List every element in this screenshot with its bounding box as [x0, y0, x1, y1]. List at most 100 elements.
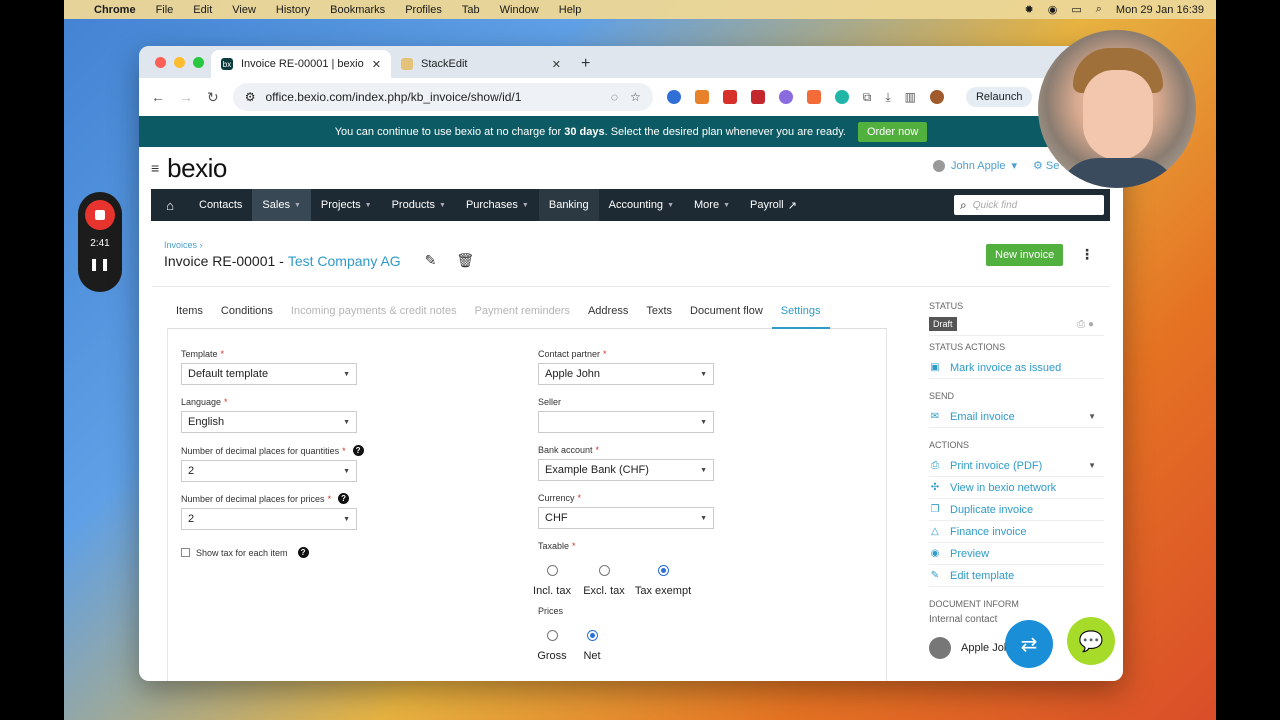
- battery-icon[interactable]: ▭: [1071, 3, 1081, 16]
- settings-menu[interactable]: ⚙ Se: [1033, 159, 1059, 172]
- quick-find-input[interactable]: ⌕ Quick find: [954, 195, 1104, 215]
- relaunch-button[interactable]: Relaunch: [965, 87, 1033, 107]
- chevron-down-icon[interactable]: ▼: [1088, 412, 1096, 421]
- menu-file[interactable]: File: [156, 4, 174, 16]
- nav-products[interactable]: Products ▼: [382, 189, 456, 221]
- contact-partner-select[interactable]: Apple John ▼: [538, 363, 714, 385]
- extension-a-icon[interactable]: [806, 90, 821, 104]
- tab-stackedit[interactable]: StackEdit ✕: [391, 50, 571, 78]
- check-circle-icon[interactable]: ●: [1088, 319, 1094, 330]
- tab-payment-reminders[interactable]: Payment reminders: [466, 305, 579, 329]
- seller-select[interactable]: ▼: [538, 411, 714, 433]
- nav-contacts[interactable]: Contacts: [189, 189, 252, 221]
- menu-edit[interactable]: Edit: [193, 4, 212, 16]
- nav-purchases[interactable]: Purchases ▼: [456, 189, 539, 221]
- forward-icon[interactable]: →: [179, 89, 193, 105]
- bank-account-select[interactable]: Example Bank (CHF) ▼: [538, 459, 714, 481]
- help-icon[interactable]: ?: [352, 445, 364, 456]
- nav-more[interactable]: More ▼: [684, 189, 740, 221]
- reload-icon[interactable]: ↻: [207, 89, 219, 106]
- tab-address[interactable]: Address: [579, 305, 637, 329]
- finance-invoice-action[interactable]: △ Finance invoice: [929, 521, 1104, 543]
- edit-pencil-icon[interactable]: ✎: [425, 252, 437, 269]
- pause-icon[interactable]: ❚❚: [89, 257, 111, 271]
- radio-excl-tax[interactable]: [598, 565, 610, 576]
- tab-bexio-invoice[interactable]: bx Invoice RE-00001 | bexio ✕: [211, 50, 391, 78]
- metamask-icon[interactable]: [694, 90, 709, 104]
- tab-texts[interactable]: Texts: [637, 305, 681, 329]
- chat-button[interactable]: 💬: [1067, 617, 1115, 665]
- pdf-extension-icon[interactable]: [750, 90, 765, 104]
- radio-tax-exempt[interactable]: [657, 565, 669, 576]
- nav-accounting[interactable]: Accounting ▼: [599, 189, 684, 221]
- decimal-quantities-select[interactable]: 2 ▼: [181, 460, 357, 482]
- company-link[interactable]: Test Company AG: [288, 253, 401, 269]
- stop-recording-button[interactable]: [85, 200, 115, 230]
- close-tab-icon[interactable]: ✕: [552, 58, 561, 71]
- menu-profiles[interactable]: Profiles: [405, 4, 442, 16]
- menubar-clock[interactable]: Mon 29 Jan 16:39: [1116, 4, 1204, 16]
- nav-sales[interactable]: Sales ▼: [252, 189, 311, 221]
- menu-tab[interactable]: Tab: [462, 4, 480, 16]
- home-icon[interactable]: ⌂: [151, 198, 189, 213]
- duplicate-invoice-action[interactable]: ❐ Duplicate invoice: [929, 499, 1104, 521]
- trash-icon[interactable]: 🗑: [456, 252, 474, 269]
- tab-incoming-payments[interactable]: Incoming payments & credit notes: [282, 305, 466, 329]
- eye-off-icon[interactable]: ◌: [611, 90, 618, 104]
- nav-banking[interactable]: Banking: [538, 189, 599, 221]
- search-icon[interactable]: ⌕: [1096, 3, 1102, 16]
- user-menu[interactable]: John Apple ▾: [933, 159, 1017, 172]
- prices-gross[interactable]: Gross: [532, 630, 572, 662]
- close-window-button[interactable]: [155, 57, 166, 68]
- decimal-prices-select[interactable]: 2 ▼: [181, 508, 357, 530]
- preview-action[interactable]: ◉ Preview: [929, 543, 1104, 565]
- tab-document-flow[interactable]: Document flow: [681, 305, 772, 329]
- url-field[interactable]: ⚙ office.bexio.com/index.php/kb_invoice/…: [232, 83, 653, 111]
- brightness-icon[interactable]: ✹: [1025, 3, 1034, 16]
- print-invoice-action[interactable]: ⎙ Print invoice (PDF) ▼: [929, 455, 1104, 477]
- chevron-down-icon[interactable]: ▼: [1088, 461, 1096, 470]
- download-icon[interactable]: ⤓: [885, 90, 890, 105]
- tab-conditions[interactable]: Conditions: [212, 305, 282, 329]
- extension-cloud-icon[interactable]: [778, 90, 793, 104]
- hamburger-menu-icon[interactable]: ≡: [151, 160, 159, 176]
- nav-projects[interactable]: Projects ▼: [311, 189, 382, 221]
- new-invoice-button[interactable]: New invoice: [986, 244, 1064, 266]
- prices-net[interactable]: Net: [572, 630, 612, 662]
- printer-icon[interactable]: ⎙: [1077, 319, 1085, 330]
- radio-incl-tax[interactable]: [546, 565, 558, 576]
- show-tax-checkbox[interactable]: [181, 548, 190, 557]
- bexio-logo[interactable]: bexio: [167, 153, 227, 184]
- taxable-incl-tax[interactable]: Incl. tax: [526, 565, 578, 597]
- onepassword-icon[interactable]: [666, 90, 681, 104]
- menu-history[interactable]: History: [276, 4, 310, 16]
- signpost-help-button[interactable]: ⇄: [1005, 620, 1053, 668]
- email-invoice-action[interactable]: ✉ Email invoice ▼: [929, 406, 1104, 428]
- breadcrumb[interactable]: Invoices ›: [164, 240, 203, 250]
- currency-select[interactable]: CHF ▼: [538, 507, 714, 529]
- extension-wave-icon[interactable]: [834, 90, 849, 104]
- tab-items[interactable]: Items: [167, 305, 212, 329]
- template-select[interactable]: Default template ▼: [181, 363, 357, 385]
- menu-bookmarks[interactable]: Bookmarks: [330, 4, 385, 16]
- more-options-icon[interactable]: ⋮: [1080, 246, 1094, 263]
- puzzle-icon[interactable]: ⧉: [863, 90, 872, 105]
- help-icon[interactable]: ?: [338, 493, 350, 504]
- new-tab-icon[interactable]: +: [581, 55, 590, 73]
- help-icon[interactable]: ?: [297, 547, 309, 558]
- wifi-icon[interactable]: ◉: [1048, 3, 1058, 16]
- taxable-excl-tax[interactable]: Excl. tax: [578, 565, 630, 597]
- back-icon[interactable]: ←: [151, 89, 165, 105]
- menu-app[interactable]: Chrome: [94, 4, 136, 16]
- sidebar-icon[interactable]: ▥: [905, 90, 916, 104]
- close-tab-icon[interactable]: ✕: [372, 58, 381, 71]
- zoom-window-button[interactable]: [193, 57, 204, 68]
- tab-settings[interactable]: Settings: [771, 305, 830, 329]
- view-network-action[interactable]: ✣ View in bexio network: [929, 477, 1104, 499]
- nav-payroll[interactable]: Payroll ↗: [740, 189, 807, 221]
- order-now-button[interactable]: Order now: [857, 121, 928, 142]
- bookmark-star-icon[interactable]: ☆: [630, 90, 641, 104]
- edit-template-action[interactable]: ✎ Edit template: [929, 565, 1104, 587]
- taxable-tax-exempt[interactable]: Tax exempt: [630, 565, 696, 597]
- breadcrumb-invoices[interactable]: Invoices: [164, 240, 197, 250]
